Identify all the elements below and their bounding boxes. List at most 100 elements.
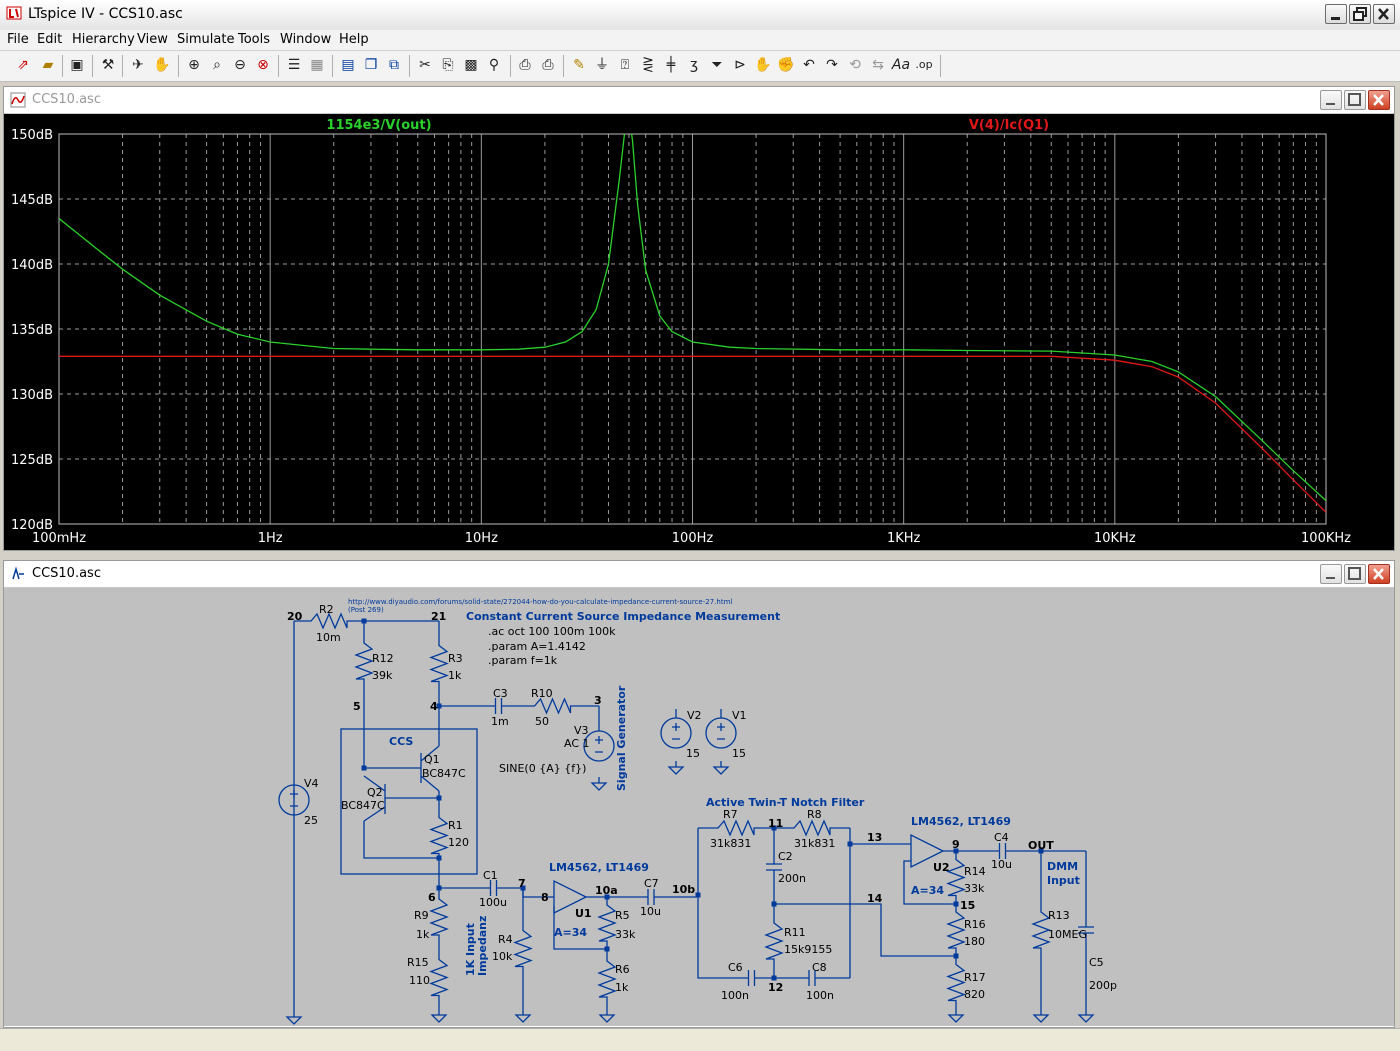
print-icon[interactable]: ⎙ — [538, 55, 558, 75]
pan-icon[interactable]: ✋ — [152, 55, 172, 75]
c1-value[interactable]: 100u — [479, 896, 507, 909]
c6-value[interactable]: 100n — [721, 989, 749, 1002]
undo-icon[interactable]: ↶ — [799, 55, 819, 75]
c8-value[interactable]: 100n — [806, 989, 834, 1002]
tile-icon[interactable]: ⧉ — [384, 55, 404, 75]
v4-value[interactable]: 25 — [304, 814, 318, 827]
resistor-r14[interactable] — [946, 851, 966, 904]
v2-value[interactable]: 15 — [686, 747, 700, 760]
r5-name[interactable]: R5 — [615, 909, 630, 922]
schematic-maximize-button[interactable] — [1344, 564, 1366, 584]
copy-icon[interactable]: ⎘ — [438, 55, 458, 75]
r17-name[interactable]: R17 — [964, 971, 986, 984]
q2-value[interactable]: BC847C — [341, 799, 385, 812]
r5-value[interactable]: 33k — [615, 928, 636, 941]
minimize-button[interactable] — [1325, 4, 1347, 24]
wire-icon[interactable]: ✎ — [569, 55, 589, 75]
r4-name[interactable]: R4 — [498, 933, 513, 946]
menu-hierarchy[interactable]: Hierarchy — [72, 32, 135, 47]
r14-name[interactable]: R14 — [964, 865, 986, 878]
resistor-r12[interactable] — [354, 621, 374, 701]
grid-icon[interactable]: ▦ — [307, 55, 327, 75]
print-setup-icon[interactable]: ⎙ — [515, 55, 535, 75]
resistor-r5[interactable] — [597, 897, 617, 949]
v3-name[interactable]: V3 — [574, 724, 589, 737]
resistor-r17[interactable] — [946, 956, 966, 1009]
c2-value[interactable]: 200n — [778, 872, 806, 885]
cut-icon[interactable]: ✂ — [415, 55, 435, 75]
inductor-icon[interactable]: ʒ — [684, 55, 704, 75]
redo-icon[interactable]: ↷ — [822, 55, 842, 75]
r14-value[interactable]: 33k — [964, 882, 985, 895]
c6-name[interactable]: C6 — [728, 961, 743, 974]
menu-file[interactable]: File — [7, 32, 29, 47]
plot-close-button[interactable] — [1368, 90, 1390, 110]
r12-name[interactable]: R12 — [372, 652, 394, 665]
r13-name[interactable]: R13 — [1048, 909, 1070, 922]
ground-icon[interactable]: ⏚ — [592, 55, 612, 75]
c4-name[interactable]: C4 — [994, 831, 1009, 844]
r2-value[interactable]: 10m — [316, 631, 341, 644]
open-icon[interactable]: ▰ — [38, 55, 58, 75]
spice-directive-icon[interactable]: .op — [914, 55, 934, 75]
drag-icon[interactable]: ✊ — [776, 55, 796, 75]
c3-name[interactable]: C3 — [493, 687, 508, 700]
schematic-canvas[interactable]: http://www.diyaudio.com/forums/solid-sta… — [4, 588, 1394, 1026]
u1-name[interactable]: U1 — [575, 907, 592, 920]
menu-window[interactable]: Window — [280, 32, 331, 47]
r8-name[interactable]: R8 — [807, 808, 822, 821]
find-icon[interactable]: ⚲ — [484, 55, 504, 75]
capacitor-c2[interactable] — [766, 828, 782, 906]
voltage-source-v1[interactable] — [705, 717, 737, 749]
c5-value[interactable]: 200p — [1089, 979, 1117, 992]
r6-name[interactable]: R6 — [615, 963, 630, 976]
capacitor-icon[interactable]: ╪ — [661, 55, 681, 75]
cascade-icon[interactable]: ❐ — [361, 55, 381, 75]
close-button[interactable] — [1373, 4, 1395, 24]
v4-name[interactable]: V4 — [304, 777, 319, 790]
r16-value[interactable]: 180 — [964, 935, 985, 948]
schematic-close-button[interactable] — [1368, 564, 1390, 584]
resistor-r10[interactable] — [506, 697, 599, 715]
c3-value[interactable]: 1m — [491, 715, 509, 728]
capacitor-c1[interactable] — [486, 880, 501, 896]
component-icon[interactable]: ⊳ — [730, 55, 750, 75]
halt-icon[interactable]: ✈ — [128, 55, 148, 75]
v2-name[interactable]: V2 — [687, 709, 702, 722]
zoom-area-icon[interactable]: ⌕ — [207, 55, 227, 75]
r1-name[interactable]: R1 — [448, 819, 463, 832]
zoom-in-icon[interactable]: ⊕ — [184, 55, 204, 75]
resistor-r11[interactable] — [764, 904, 784, 978]
menu-tools[interactable]: Tools — [238, 32, 270, 47]
voltage-source-v2[interactable] — [660, 717, 692, 749]
zoom-out-icon[interactable]: ⊖ — [230, 55, 250, 75]
restore-button[interactable] — [1349, 4, 1371, 24]
capacitor-c7[interactable] — [646, 889, 656, 905]
text-icon[interactable]: Aa — [891, 55, 911, 75]
menu-view[interactable]: View — [137, 32, 168, 47]
q1-name[interactable]: Q1 — [424, 753, 440, 766]
plot-maximize-button[interactable] — [1344, 90, 1366, 110]
c5-name[interactable]: C5 — [1089, 956, 1104, 969]
label-icon[interactable]: ⍰ — [615, 55, 635, 75]
r7-value[interactable]: 31k831 — [710, 837, 751, 850]
q1-value[interactable]: BC847C — [422, 767, 466, 780]
diode-icon[interactable]: ⏷ — [707, 55, 727, 75]
capacitor-c3[interactable] — [491, 698, 506, 714]
c4-value[interactable]: 10u — [991, 858, 1012, 871]
r17-value[interactable]: 820 — [964, 988, 985, 1001]
r13-value[interactable]: 10MEG — [1048, 928, 1087, 941]
zoom-cancel-icon[interactable]: ⊗ — [253, 55, 273, 75]
c1-name[interactable]: C1 — [483, 869, 498, 882]
r10-name[interactable]: R10 — [531, 687, 553, 700]
v1-value[interactable]: 15 — [732, 747, 746, 760]
r7-name[interactable]: R7 — [723, 808, 738, 821]
r4-value[interactable]: 10k — [492, 950, 513, 963]
c2-name[interactable]: C2 — [778, 850, 793, 863]
r3-value[interactable]: 1k — [448, 669, 462, 682]
r9-value[interactable]: 1k — [416, 928, 430, 941]
resistor-r1[interactable] — [429, 813, 449, 858]
r1-value[interactable]: 120 — [448, 836, 469, 849]
c7-name[interactable]: C7 — [644, 877, 659, 890]
resistor-r3[interactable] — [429, 621, 449, 706]
